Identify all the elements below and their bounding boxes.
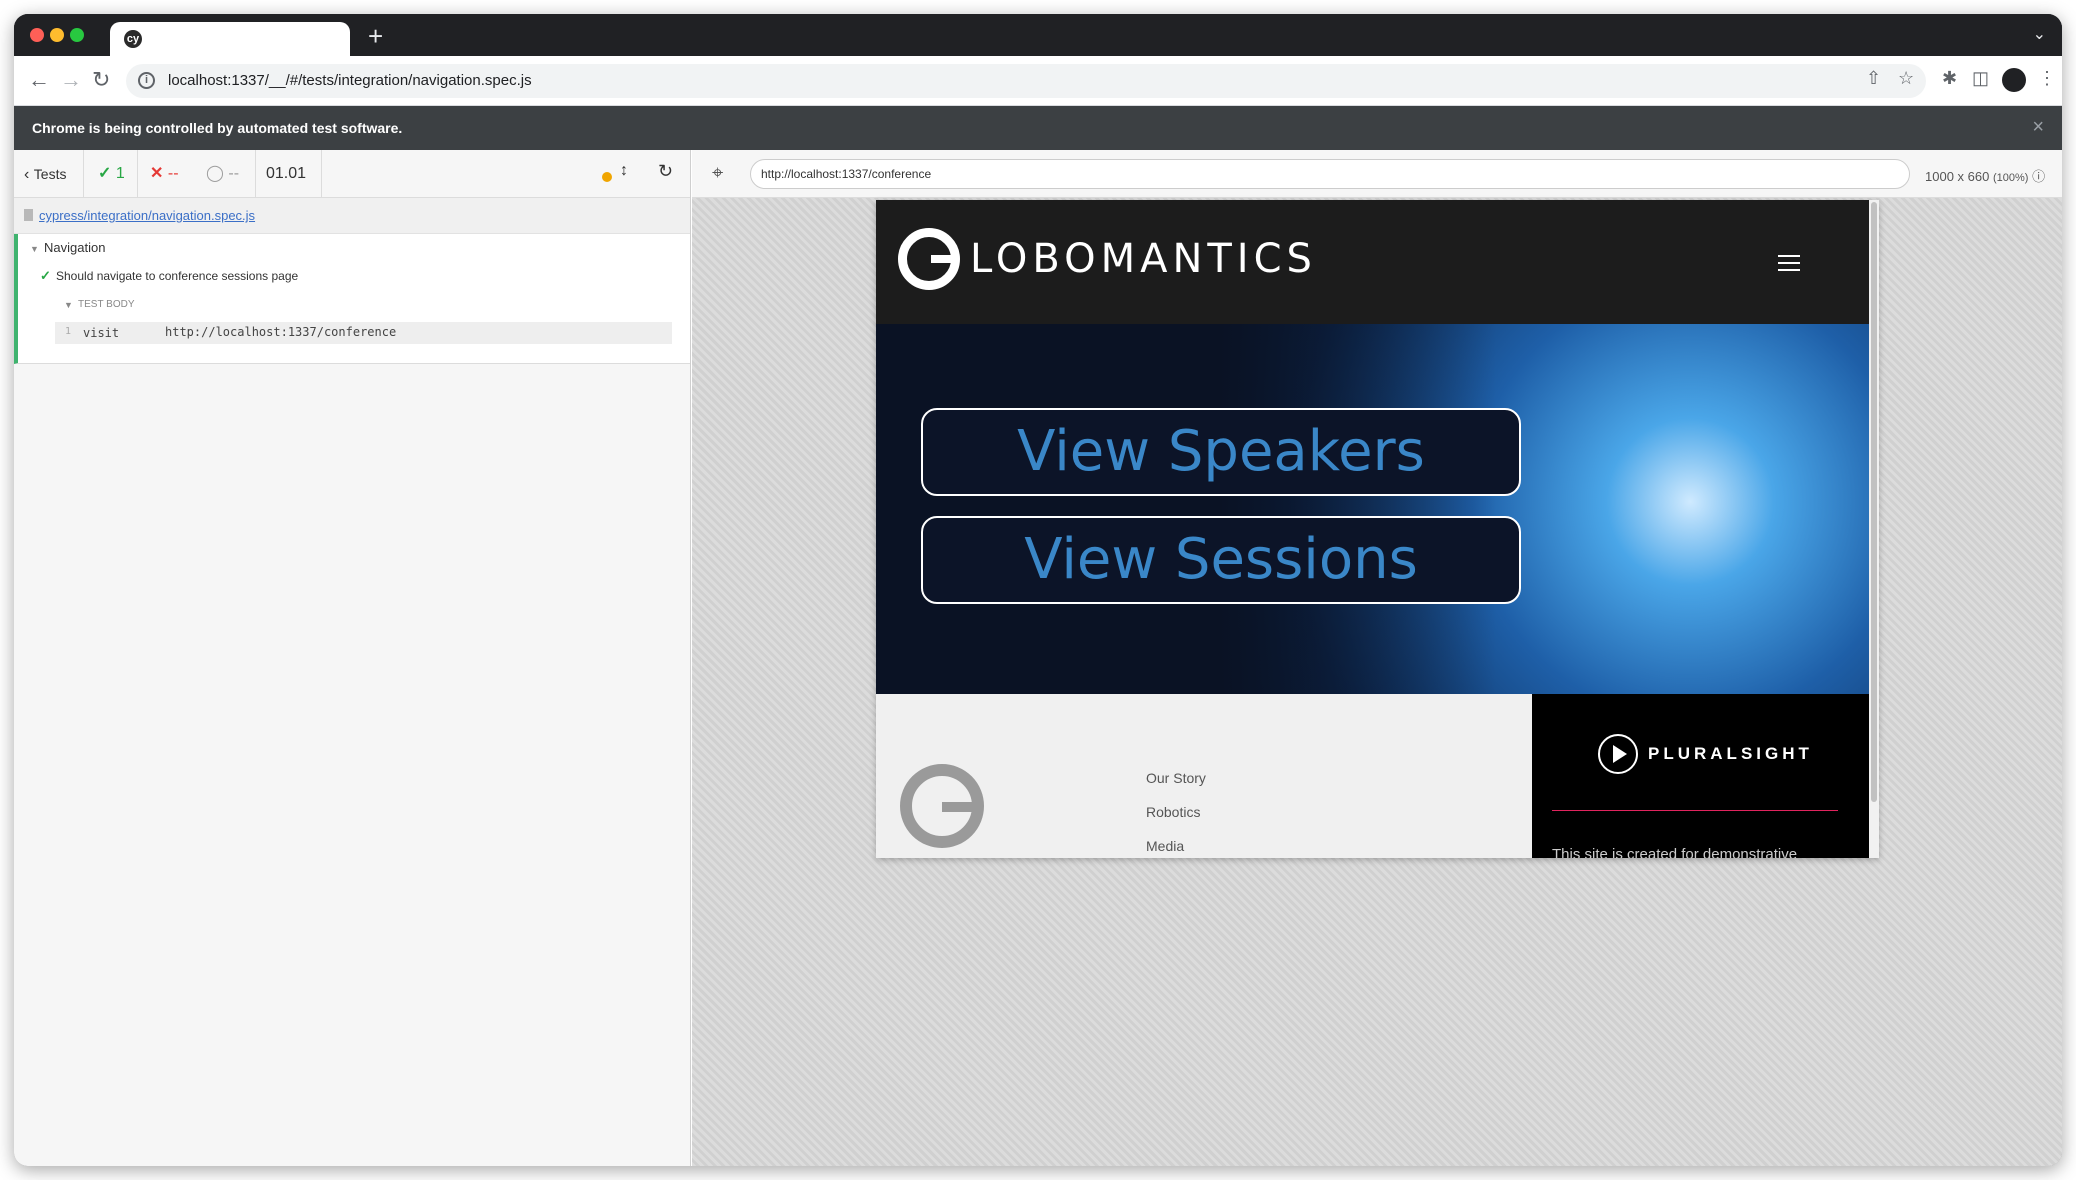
command-message: http://localhost:1337/conference (165, 325, 397, 339)
site-logo-text[interactable]: LOBOMANTICS (970, 236, 1317, 282)
footer-link-our-story[interactable]: Our Story (1146, 770, 1206, 786)
site-info-icon[interactable]: i (138, 72, 155, 89)
sponsor-text: This site is created for demonstrative (1552, 846, 1798, 858)
aut-header: ⌖ http://localhost:1337/conference 1000 … (692, 150, 2062, 198)
caret-down-icon: ▼ (30, 244, 39, 254)
cypress-runner: ‹ Tests ✓ 1 ✕ -- ◯ -- 01.01 ↕ ↻ cypress/… (14, 150, 2062, 1166)
circle-notch-icon: ◯ (206, 165, 224, 182)
globomantics-g-logo-icon[interactable] (898, 228, 960, 290)
reload-button[interactable]: ↻ (92, 68, 110, 92)
hero-banner: View Speakers View Sessions (876, 324, 1869, 694)
site-header: LOBOMANTICS (876, 200, 1869, 324)
footer-g-logo-icon (900, 764, 984, 848)
rerun-tests-icon[interactable]: ↻ (658, 161, 673, 182)
more-menu-icon[interactable]: ⋮ (2038, 68, 2056, 89)
new-tab-button[interactable]: + (368, 22, 383, 50)
minimize-window-button[interactable] (50, 28, 64, 42)
browser-window: cy + ⌄ ← → ↻ i localhost:1337/__/#/tests… (14, 14, 2062, 1166)
command-number: 1 (65, 326, 72, 337)
automation-infobar: Chrome is being controlled by automated … (14, 106, 2062, 150)
x-icon: ✕ (150, 165, 164, 182)
sponsor-panel: PLURALSIGHT This site is created for dem… (1532, 694, 1869, 858)
maximize-window-button[interactable] (70, 28, 84, 42)
footer-link-robotics[interactable]: Robotics (1146, 804, 1200, 820)
address-bar[interactable]: i localhost:1337/__/#/tests/integration/… (126, 64, 1926, 98)
footer-link-media[interactable]: Media (1146, 838, 1184, 854)
scrollbar-thumb[interactable] (1871, 202, 1877, 802)
view-sessions-button[interactable]: View Sessions (921, 516, 1521, 604)
command-row[interactable]: 1 visit http://localhost:1337/conference (55, 322, 672, 344)
profile-avatar[interactable] (2002, 68, 2026, 92)
spec-file-link[interactable]: cypress/integration/navigation.spec.js (39, 208, 255, 223)
tab-strip: cy + ⌄ (14, 14, 2062, 56)
duration-value: 01.01 (266, 165, 307, 182)
pluralsight-play-icon (1598, 734, 1638, 774)
pending-count-value: -- (228, 165, 240, 182)
suite-title[interactable]: Navigation (44, 240, 105, 255)
test-title[interactable]: Should navigate to conference sessions p… (56, 269, 298, 283)
failed-count[interactable]: ✕ -- (138, 150, 194, 198)
viewport-dimensions: 1000 x 660 (1925, 169, 1990, 184)
cypress-favicon-icon: cy (124, 30, 142, 48)
failed-count-value: -- (167, 165, 179, 182)
site-footer: Our Story Robotics Media (876, 694, 1532, 858)
aut-url-field[interactable]: http://localhost:1337/conference (750, 159, 1910, 189)
tests-back-label: Tests (33, 166, 67, 182)
sponsor-name[interactable]: PLURALSIGHT (1648, 744, 1813, 764)
extensions-puzzle-icon[interactable]: ✱ (1942, 68, 1957, 89)
duration: 01.01 (256, 150, 322, 198)
sponsor-divider (1552, 810, 1838, 811)
aut-panel: ⌖ http://localhost:1337/conference 1000 … (692, 150, 2062, 1166)
test-pass-check-icon: ✓ (40, 268, 51, 283)
file-icon (24, 209, 33, 221)
app-under-test-iframe: LOBOMANTICS View Speakers View Sessions … (876, 200, 1879, 858)
bookmark-star-icon[interactable]: ☆ (1898, 68, 1914, 89)
browser-tab[interactable]: cy (110, 22, 350, 56)
address-text[interactable]: localhost:1337/__/#/tests/integration/na… (168, 72, 532, 89)
running-status-dot-icon (602, 169, 612, 187)
tests-back-button[interactable]: ‹ Tests (14, 150, 84, 198)
reporter-header: ‹ Tests ✓ 1 ✕ -- ◯ -- 01.01 ↕ ↻ (14, 150, 690, 198)
viewport-size[interactable]: 1000 x 660 (100%) ⓘ (1925, 166, 2045, 185)
reporter-panel: ‹ Tests ✓ 1 ✕ -- ◯ -- 01.01 ↕ ↻ cypress/… (14, 150, 691, 1166)
share-icon[interactable]: ⇧ (1866, 68, 1881, 89)
hamburger-menu-icon[interactable] (1778, 255, 1800, 276)
command-name: visit (83, 326, 120, 340)
close-infobar-icon[interactable]: × (2032, 116, 2044, 139)
check-icon: ✓ (98, 165, 112, 182)
iframe-scrollbar[interactable] (1869, 200, 1879, 858)
info-icon[interactable]: ⓘ (2032, 169, 2045, 184)
view-speakers-button[interactable]: View Speakers (921, 408, 1521, 496)
caret-down-icon: ▼ (64, 300, 73, 310)
pending-count[interactable]: ◯ -- (194, 150, 256, 198)
browser-toolbar: ← → ↻ i localhost:1337/__/#/tests/integr… (14, 56, 2062, 106)
side-panel-icon[interactable]: ◫ (1972, 68, 1989, 89)
test-body-label[interactable]: TEST BODY (78, 299, 135, 310)
auto-scroll-toggle-icon[interactable]: ↕ (620, 162, 628, 180)
forward-button[interactable]: → (60, 68, 82, 92)
viewport-scale: (100%) (1992, 172, 2029, 184)
chevron-left-icon: ‹ (24, 166, 30, 183)
close-window-button[interactable] (30, 28, 44, 42)
passed-count-value: 1 (115, 165, 125, 182)
suite-navigation: ▼ Navigation ✓ Should navigate to confer… (14, 234, 690, 364)
back-button[interactable]: ← (28, 68, 50, 92)
selector-playground-crosshair-icon[interactable]: ⌖ (712, 162, 723, 185)
tab-search-chevron-icon[interactable]: ⌄ (2033, 24, 2046, 44)
hero-gradient (876, 324, 1496, 694)
spec-file-bar: cypress/integration/navigation.spec.js (14, 198, 690, 234)
passed-count[interactable]: ✓ 1 (84, 150, 138, 198)
automation-message: Chrome is being controlled by automated … (32, 120, 403, 136)
